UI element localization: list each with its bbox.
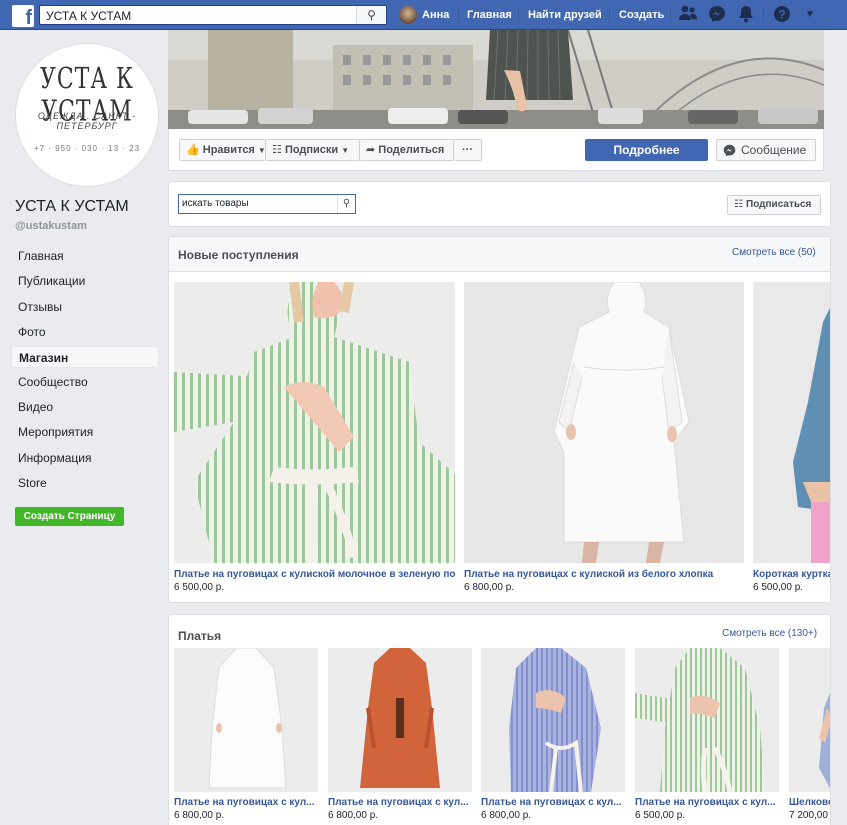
product-name[interactable]: Платье на пуговицах с кулиской из белого… [464, 569, 744, 580]
product-image[interactable] [174, 282, 455, 563]
page-action-bar: 👍 Нравится ▼ ☷ Подписки ▼ ➦ Поделиться ·… [168, 129, 824, 171]
rss-icon: ☷ [734, 199, 743, 210]
sidebar-item-about[interactable]: Информация [11, 447, 159, 469]
product-name[interactable]: Платье на пуговицах с кул... [174, 797, 318, 808]
sidebar-item-photos[interactable]: Фото [11, 321, 159, 343]
sidebar-item-store[interactable]: Store [11, 472, 159, 494]
logo-phone: +7 · 950 · 030 · 13 · 23 [33, 144, 141, 153]
learn-more-button[interactable]: Подробнее [585, 139, 708, 161]
search-value: УСТА К УСТАМ [46, 9, 132, 23]
page-handle[interactable]: @ustakustam [15, 220, 87, 232]
sidebar-item-reviews[interactable]: Отзывы [11, 296, 159, 318]
search-icon[interactable]: ⚲ [356, 6, 386, 24]
product-price: 7 200,00 [789, 810, 828, 821]
product-price: 6 500,00 р. [174, 582, 225, 593]
product-price: 6 800,00 р. [464, 582, 515, 593]
chevron-down-icon: ▼ [341, 146, 350, 155]
product-image[interactable] [789, 648, 830, 792]
rss-icon: ☷ [272, 144, 282, 156]
product-image[interactable] [174, 648, 318, 792]
messenger-icon[interactable] [707, 5, 727, 25]
top-bar: f УСТА К УСТАМ ⚲ Анна Главная Найти друз… [0, 0, 847, 30]
home-link[interactable]: Главная [467, 0, 512, 30]
product-name[interactable]: Платье на пуговицах с кул... [328, 797, 472, 808]
sidebar-item-shop[interactable]: Магазин [11, 346, 159, 368]
product-name[interactable]: Платье на пуговицах с кулиской молочное … [174, 569, 455, 580]
product-image[interactable] [464, 282, 744, 563]
account-menu-chevron-icon[interactable]: ▼ [800, 5, 820, 25]
shop-search-card: искать товары ⚲ ☷ Подписаться [168, 181, 831, 227]
chevron-down-icon: ▼ [257, 146, 266, 155]
product-image[interactable] [481, 648, 625, 792]
product-price: 6 500,00 р. [635, 810, 686, 821]
subscribe-label: Подписаться [746, 199, 812, 210]
product-name[interactable]: Платье на пуговицах с кул... [635, 797, 779, 808]
svg-text:?: ? [778, 8, 785, 22]
follow-button[interactable]: ☷ Подписки ▼ [266, 139, 360, 161]
avatar[interactable] [399, 6, 417, 24]
product-price: 6 800,00 р. [481, 810, 532, 821]
message-label: Сообщение [741, 143, 807, 157]
dresses-section: Платья Смотреть все (130+) Платье на пуг… [168, 614, 831, 825]
product-name[interactable]: Платье на пуговицах с кул... [481, 797, 625, 808]
create-page-button[interactable]: Создать Страницу [15, 507, 124, 526]
shop-search-placeholder: искать товары [182, 198, 249, 209]
product-image[interactable] [753, 282, 830, 563]
new-arrivals-section: Новые поступления Смотреть все (50) Плат… [168, 236, 831, 603]
see-all-link[interactable]: Смотреть все (130+) [722, 628, 817, 639]
sidebar-item-events[interactable]: Мероприятия [11, 421, 159, 443]
share-arrow-icon: ➦ [366, 144, 376, 156]
subscribe-button[interactable]: ☷ Подписаться [727, 195, 821, 215]
shop-search-input[interactable]: искать товары ⚲ [178, 194, 356, 214]
search-input[interactable]: УСТА К УСТАМ ⚲ [39, 5, 387, 25]
like-button[interactable]: 👍 Нравится ▼ [179, 139, 266, 161]
sidebar-item-community[interactable]: Сообщество [11, 371, 159, 393]
sidebar-item-home[interactable]: Главная [11, 245, 159, 267]
message-button[interactable]: Сообщение [716, 139, 816, 161]
more-label: ··· [462, 144, 473, 156]
section-title: Новые поступления [178, 248, 299, 262]
section-title: Платья [178, 629, 222, 643]
facebook-logo-icon[interactable]: f [12, 5, 34, 27]
cover-photo[interactable] [168, 30, 824, 129]
logo-subtitle: ОДЕЖДА . САНКТ - ПЕТЕРБУРГ [37, 111, 137, 131]
profile-picture[interactable]: УСТА К УСТАМ ОДЕЖДА . САНКТ - ПЕТЕРБУРГ … [15, 43, 159, 187]
product-name[interactable]: Шелковое [789, 797, 830, 808]
sidebar-item-videos[interactable]: Видео [11, 396, 159, 418]
more-options-button[interactable]: ··· [454, 139, 482, 161]
help-icon[interactable]: ? [772, 5, 792, 25]
search-icon[interactable]: ⚲ [337, 195, 355, 213]
see-all-link[interactable]: Смотреть все (50) [732, 247, 816, 258]
sidebar-item-posts[interactable]: Публикации [11, 270, 159, 292]
share-label: Поделиться [378, 144, 445, 156]
notifications-icon[interactable] [736, 5, 756, 25]
friend-requests-icon[interactable] [678, 5, 698, 25]
product-image[interactable] [328, 648, 472, 792]
messenger-icon [723, 143, 736, 163]
page-title[interactable]: УСТА К УСТАМ [15, 198, 129, 216]
product-price: 6 800,00 р. [174, 810, 225, 821]
product-price: 6 800,00 р. [328, 810, 379, 821]
share-button[interactable]: ➦ Поделиться [360, 139, 454, 161]
product-name[interactable]: Короткая куртка [753, 569, 830, 580]
create-link[interactable]: Создать [619, 0, 664, 30]
product-image[interactable] [635, 648, 779, 792]
profile-link[interactable]: Анна [422, 0, 449, 30]
product-price: 6 500,00 р. [753, 582, 804, 593]
like-label: Нравится [202, 144, 255, 156]
find-friends-link[interactable]: Найти друзей [528, 0, 602, 30]
follow-label: Подписки [284, 144, 339, 156]
thumbs-up-icon: 👍 [186, 144, 200, 156]
